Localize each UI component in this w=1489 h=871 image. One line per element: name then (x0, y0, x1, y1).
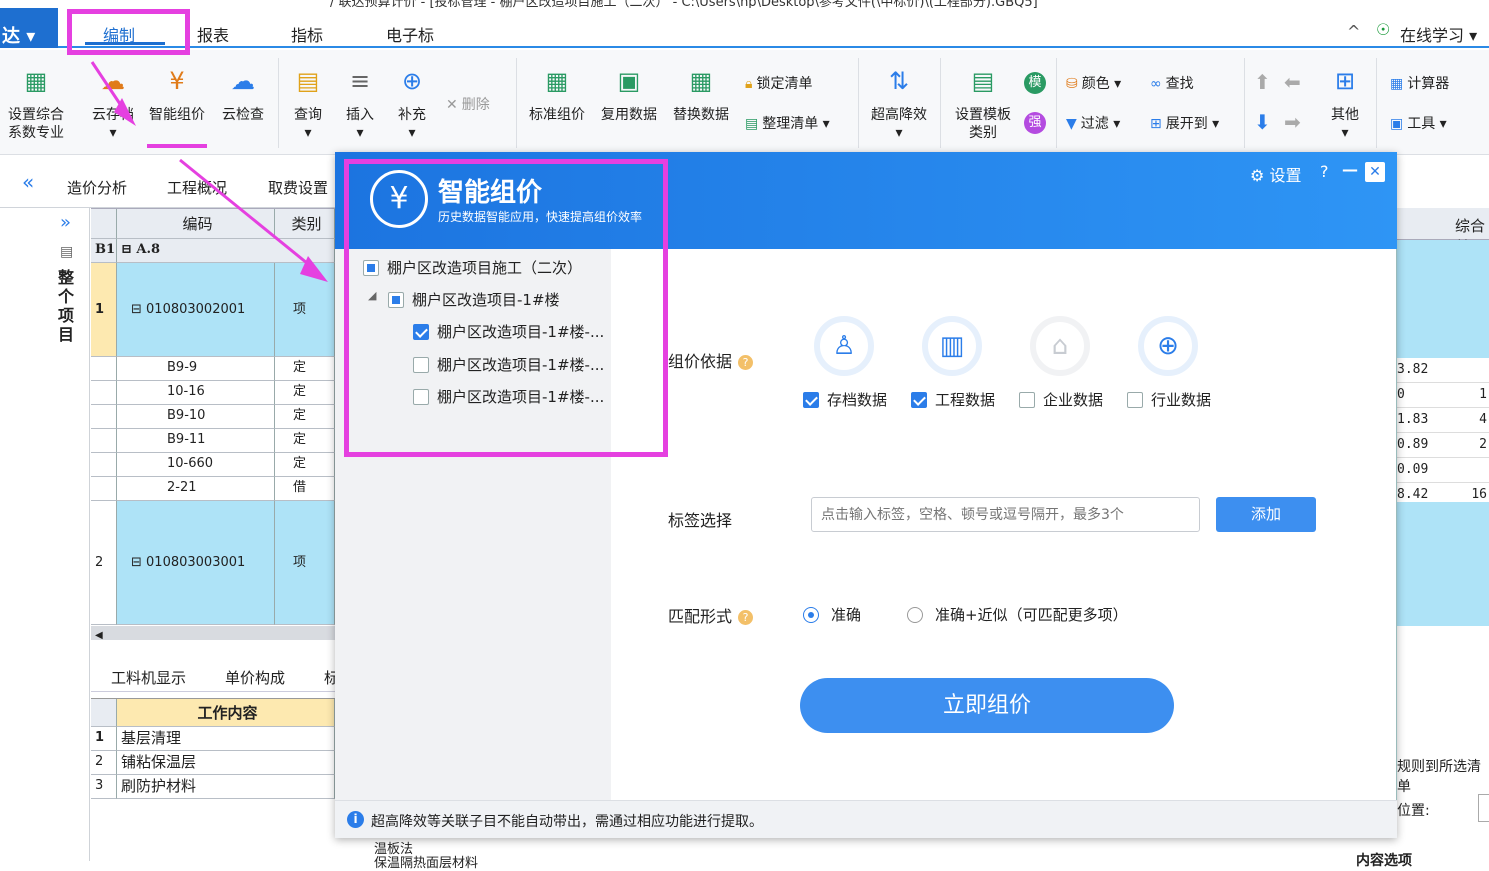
annotation-arrows (90, 61, 328, 282)
annotation-arrow (179, 158, 319, 274)
